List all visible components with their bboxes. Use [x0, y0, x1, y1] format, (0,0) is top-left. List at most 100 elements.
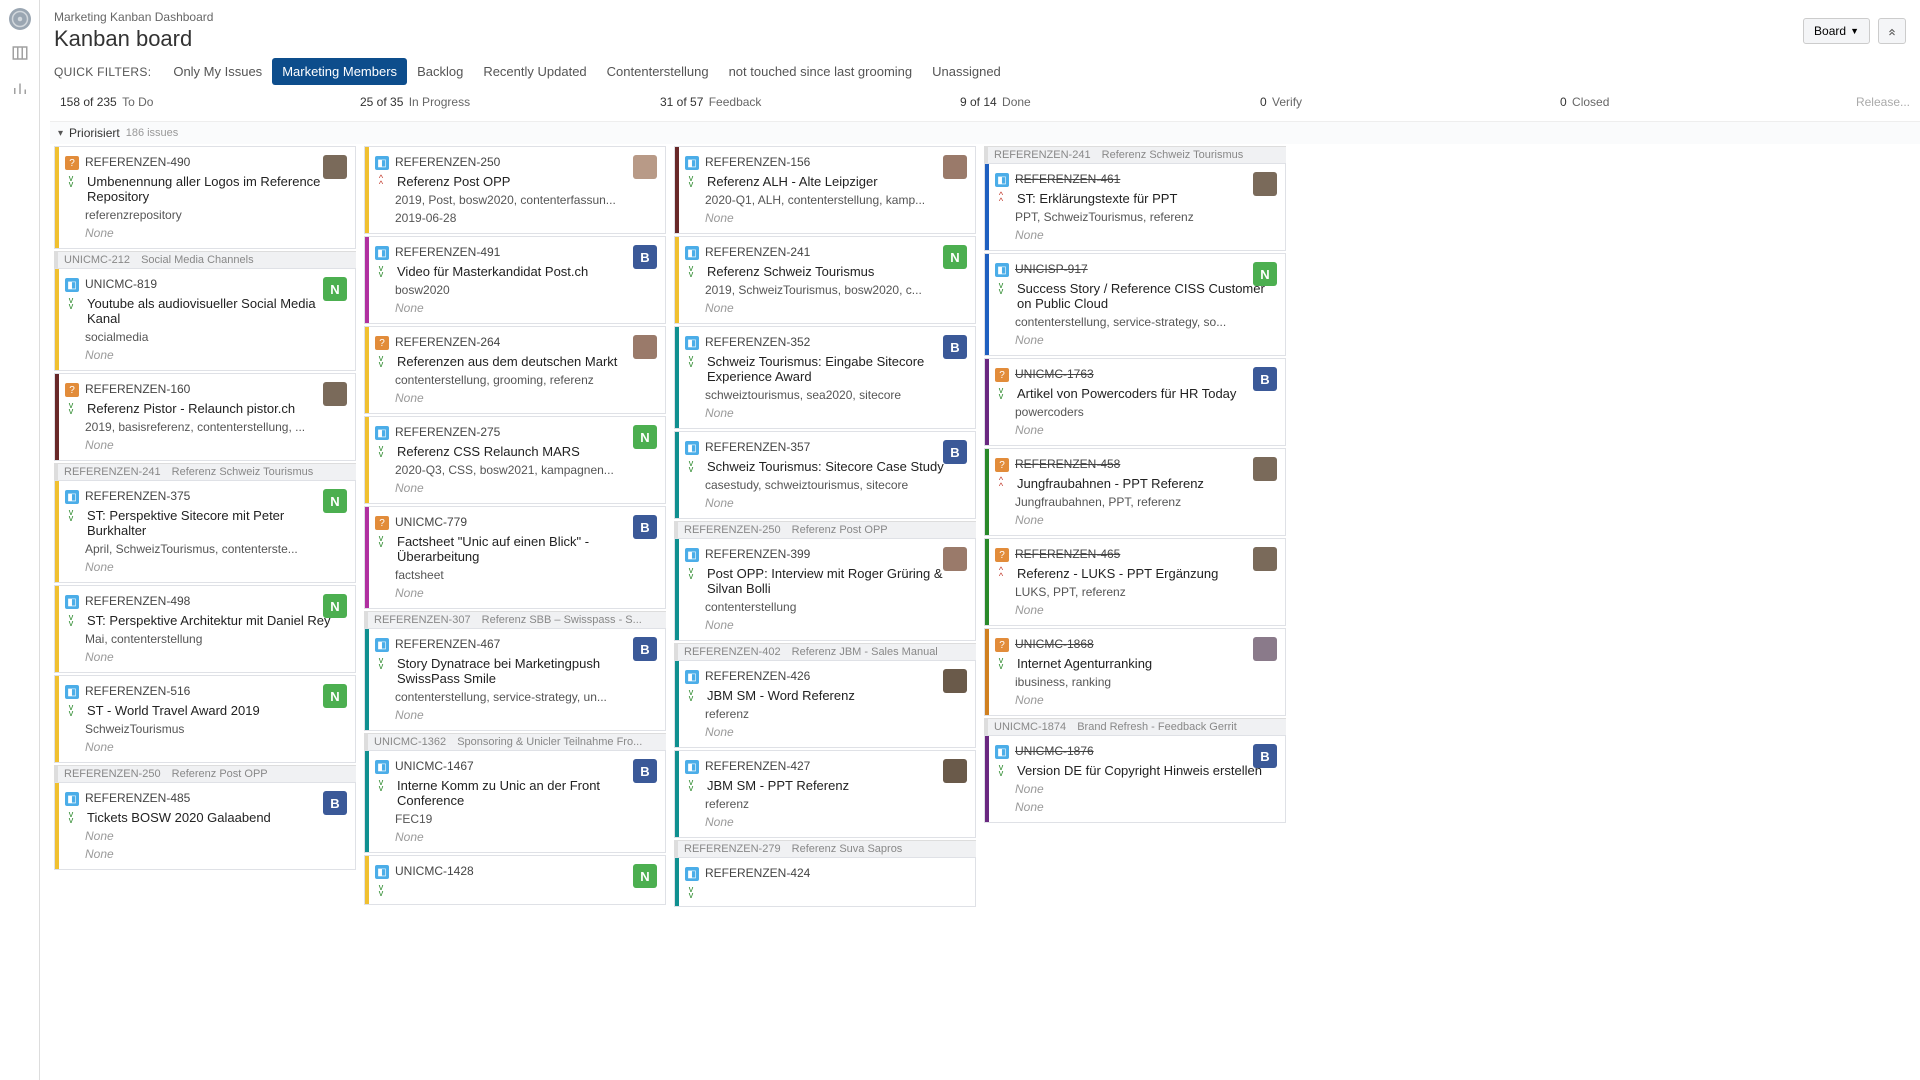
- assignee-avatar[interactable]: [323, 155, 347, 179]
- assignee-avatar[interactable]: N: [323, 489, 347, 513]
- assignee-avatar[interactable]: N: [943, 245, 967, 269]
- assignee-avatar[interactable]: [633, 335, 657, 359]
- breadcrumb[interactable]: Marketing Kanban Dashboard: [54, 10, 213, 24]
- kanban-card[interactable]: ?UNICMC-779vvFactsheet "Unic auf einen B…: [364, 506, 666, 609]
- assignee-avatar[interactable]: [943, 759, 967, 783]
- kanban-card[interactable]: ◧REFERENZEN-424vv: [674, 857, 976, 907]
- kanban-card[interactable]: ?REFERENZEN-465^^Referenz - LUKS - PPT E…: [984, 538, 1286, 626]
- kanban-card[interactable]: ◧REFERENZEN-241vvReferenz Schweiz Touris…: [674, 236, 976, 324]
- assignee-avatar[interactable]: B: [633, 637, 657, 661]
- issue-key[interactable]: UNICMC-1763: [1015, 367, 1094, 381]
- issue-key[interactable]: REFERENZEN-465: [1015, 547, 1120, 561]
- assignee-avatar[interactable]: [1253, 547, 1277, 571]
- kanban-card[interactable]: ◧UNICMC-1876vvVersion DE für Copyright H…: [984, 735, 1286, 823]
- issue-key[interactable]: REFERENZEN-426: [705, 669, 810, 683]
- kanban-card[interactable]: ?REFERENZEN-264vvReferenzen aus dem deut…: [364, 326, 666, 414]
- assignee-avatar[interactable]: [1253, 457, 1277, 481]
- kanban-card[interactable]: ◧UNICISP-917vvSuccess Story / Reference …: [984, 253, 1286, 356]
- assignee-avatar[interactable]: N: [633, 864, 657, 888]
- kanban-card[interactable]: ?REFERENZEN-458^^Jungfraubahnen - PPT Re…: [984, 448, 1286, 536]
- issue-key[interactable]: UNICMC-1868: [1015, 637, 1094, 651]
- kanban-card[interactable]: ?UNICMC-1763vvArtikel von Powercoders fü…: [984, 358, 1286, 446]
- issue-key[interactable]: REFERENZEN-250: [395, 155, 500, 169]
- expand-icon[interactable]: [1878, 18, 1906, 44]
- assignee-avatar[interactable]: [943, 547, 967, 571]
- board-menu-button[interactable]: Board▼: [1803, 18, 1870, 44]
- assignee-avatar[interactable]: B: [943, 335, 967, 359]
- assignee-avatar[interactable]: [633, 155, 657, 179]
- issue-key[interactable]: REFERENZEN-491: [395, 245, 500, 259]
- issue-key[interactable]: REFERENZEN-375: [85, 489, 190, 503]
- filter-unassigned[interactable]: Unassigned: [922, 58, 1011, 85]
- kanban-card[interactable]: ◧UNICMC-819vvYoutube als audiovisueller …: [54, 268, 356, 371]
- issue-key[interactable]: REFERENZEN-352: [705, 335, 810, 349]
- kanban-card[interactable]: ◧UNICMC-1467vvInterne Komm zu Unic an de…: [364, 750, 666, 853]
- assignee-avatar[interactable]: [1253, 172, 1277, 196]
- issue-key[interactable]: REFERENZEN-498: [85, 594, 190, 608]
- kanban-card[interactable]: ◧REFERENZEN-250^^Referenz Post OPP2019, …: [364, 146, 666, 234]
- kanban-card[interactable]: ◧REFERENZEN-427vvJBM SM - PPT Referenzre…: [674, 750, 976, 838]
- kanban-card[interactable]: ◧REFERENZEN-275vvReferenz CSS Relaunch M…: [364, 416, 666, 504]
- issue-key[interactable]: REFERENZEN-461: [1015, 172, 1120, 186]
- issue-key[interactable]: REFERENZEN-490: [85, 155, 190, 169]
- assignee-avatar[interactable]: B: [1253, 744, 1277, 768]
- kanban-card[interactable]: ◧REFERENZEN-357vvSchweiz Tourismus: Site…: [674, 431, 976, 519]
- kanban-card[interactable]: ◧REFERENZEN-491vvVideo für Masterkandida…: [364, 236, 666, 324]
- assignee-avatar[interactable]: [1253, 637, 1277, 661]
- issue-key[interactable]: REFERENZEN-160: [85, 382, 190, 396]
- issue-key[interactable]: REFERENZEN-516: [85, 684, 190, 698]
- issue-key[interactable]: REFERENZEN-399: [705, 547, 810, 561]
- issue-key[interactable]: UNICMC-819: [85, 277, 157, 291]
- assignee-avatar[interactable]: [943, 155, 967, 179]
- issue-key[interactable]: REFERENZEN-485: [85, 791, 190, 805]
- assignee-avatar[interactable]: [943, 669, 967, 693]
- release-button[interactable]: Release...: [1856, 87, 1910, 109]
- assignee-avatar[interactable]: B: [323, 791, 347, 815]
- filter-contenterstellung[interactable]: Contenterstellung: [597, 58, 719, 85]
- assignee-avatar[interactable]: B: [633, 515, 657, 539]
- assignee-avatar[interactable]: B: [633, 759, 657, 783]
- issue-key[interactable]: UNICMC-1876: [1015, 744, 1094, 758]
- issue-key[interactable]: UNICISP-917: [1015, 262, 1088, 276]
- issue-key[interactable]: REFERENZEN-427: [705, 759, 810, 773]
- issue-key[interactable]: UNICMC-779: [395, 515, 467, 529]
- reports-icon[interactable]: [11, 79, 29, 100]
- assignee-avatar[interactable]: B: [1253, 367, 1277, 391]
- filter-only-my-issues[interactable]: Only My Issues: [163, 58, 272, 85]
- kanban-card[interactable]: ◧REFERENZEN-375vvST: Perspektive Sitecor…: [54, 480, 356, 583]
- swimlane-header[interactable]: ▾ Priorisiert 186 issues: [50, 121, 1920, 144]
- kanban-card[interactable]: ◧REFERENZEN-156vvReferenz ALH - Alte Lei…: [674, 146, 976, 234]
- kanban-card[interactable]: ◧REFERENZEN-516vvST - World Travel Award…: [54, 675, 356, 763]
- kanban-card[interactable]: ◧REFERENZEN-467vvStory Dynatrace bei Mar…: [364, 628, 666, 731]
- app-logo[interactable]: [9, 8, 31, 30]
- kanban-card[interactable]: ◧REFERENZEN-352vvSchweiz Tourismus: Eing…: [674, 326, 976, 429]
- issue-key[interactable]: REFERENZEN-156: [705, 155, 810, 169]
- issue-key[interactable]: REFERENZEN-264: [395, 335, 500, 349]
- kanban-card[interactable]: ◧REFERENZEN-498vvST: Perspektive Archite…: [54, 585, 356, 673]
- kanban-card[interactable]: ◧REFERENZEN-399vvPost OPP: Interview mit…: [674, 538, 976, 641]
- assignee-avatar[interactable]: N: [323, 277, 347, 301]
- assignee-avatar[interactable]: N: [323, 684, 347, 708]
- kanban-card[interactable]: ?REFERENZEN-490vvUmbenennung aller Logos…: [54, 146, 356, 249]
- issue-key[interactable]: UNICMC-1428: [395, 864, 474, 878]
- filter-backlog[interactable]: Backlog: [407, 58, 473, 85]
- assignee-avatar[interactable]: N: [633, 425, 657, 449]
- issue-key[interactable]: REFERENZEN-275: [395, 425, 500, 439]
- kanban-card[interactable]: ◧REFERENZEN-461^^ST: Erklärungstexte für…: [984, 163, 1286, 251]
- filter-recently-updated[interactable]: Recently Updated: [473, 58, 596, 85]
- kanban-card[interactable]: ?REFERENZEN-160vvReferenz Pistor - Relau…: [54, 373, 356, 461]
- issue-key[interactable]: REFERENZEN-241: [705, 245, 810, 259]
- assignee-avatar[interactable]: B: [633, 245, 657, 269]
- issue-key[interactable]: REFERENZEN-357: [705, 440, 810, 454]
- issue-key[interactable]: REFERENZEN-458: [1015, 457, 1120, 471]
- board-view-icon[interactable]: [11, 44, 29, 65]
- filter-not-touched-since-last-grooming[interactable]: not touched since last grooming: [719, 58, 923, 85]
- issue-key[interactable]: REFERENZEN-467: [395, 637, 500, 651]
- assignee-avatar[interactable]: N: [323, 594, 347, 618]
- kanban-card[interactable]: ?UNICMC-1868vvInternet Agenturrankingibu…: [984, 628, 1286, 716]
- assignee-avatar[interactable]: N: [1253, 262, 1277, 286]
- kanban-card[interactable]: ◧REFERENZEN-485vvTickets BOSW 2020 Galaa…: [54, 782, 356, 870]
- assignee-avatar[interactable]: B: [943, 440, 967, 464]
- kanban-card[interactable]: ◧REFERENZEN-426vvJBM SM - Word Referenzr…: [674, 660, 976, 748]
- assignee-avatar[interactable]: [323, 382, 347, 406]
